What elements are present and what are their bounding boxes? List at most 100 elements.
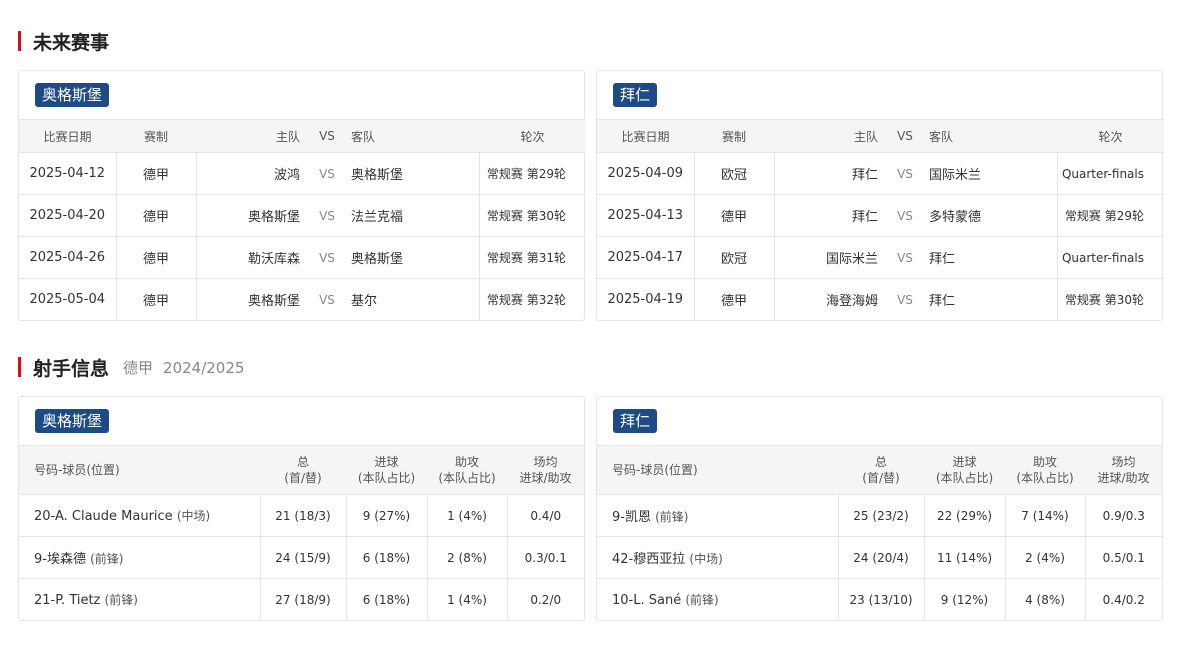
team-tag[interactable]: 拜仁 [613,83,658,107]
team-tag[interactable]: 奥格斯堡 [35,409,110,433]
home-team[interactable]: 拜仁 [774,153,886,195]
col-competition: 赛制 [694,119,774,153]
match-competition[interactable]: 德甲 [694,278,775,320]
team-tag[interactable]: 奥格斯堡 [35,83,110,107]
league-label: 德甲 [123,358,154,377]
table-row[interactable]: 21-P. Tietz (前锋) 27 (18/9) 6 (18%) 1 (4%… [19,578,584,620]
col-away: 客队 [346,119,479,153]
col-assists-title: 助攻 [454,455,479,469]
player-cell[interactable]: 9-埃森德 (前锋) [19,536,261,579]
table-header-row: 比赛日期 赛制 主队 VS 客队 轮次 [19,119,586,153]
match-round: 常规赛 第31轮 [479,236,586,279]
player-position: (中场) [689,552,723,566]
player-name[interactable]: 穆西亚拉 [633,552,685,567]
match-competition[interactable]: 德甲 [116,194,197,237]
match-round: 常规赛 第32轮 [479,278,586,320]
home-team[interactable]: 勒沃库森 [196,236,308,279]
vs-label: VS [308,194,346,237]
table-row[interactable]: 10-L. Sané (前锋) 23 (13/10) 9 (12%) 4 (8%… [597,578,1162,620]
home-team[interactable]: 国际米兰 [774,236,886,279]
player-name[interactable]: 埃森德 [47,552,86,567]
away-team[interactable]: 奥格斯堡 [346,152,480,195]
player-avg: 0.5/0.1 [1085,536,1162,579]
match-competition[interactable]: 德甲 [116,152,197,195]
table-row[interactable]: 2025-04-17 欧冠 国际米兰 VS 拜仁 Quarter-finals [597,236,1164,279]
col-date: 比赛日期 [597,119,694,153]
match-round: 常规赛 第30轮 [479,194,586,237]
away-team[interactable]: 法兰克福 [346,194,480,237]
col-avg-title: 场均 [533,455,558,469]
fixtures-card-augsburg: 奥格斯堡 比赛日期 赛制 主队 VS 客队 轮次 2025-04-12 德甲 波… [18,70,586,321]
scorers-section-title: 射手信息 德甲 2024/2025 [18,355,254,380]
col-competition: 赛制 [116,119,196,153]
home-team[interactable]: 海登海姆 [774,278,886,320]
col-goals: 进球 (本队占比) [924,445,1005,495]
scorers-table: 号码-球员(位置) 总 (首/替) 进球 (本队占比) 助攻 (本队占比) 场均 进球/… [19,445,584,620]
table-header-row: 号码-球员(位置) 总 (首/替) 进球 (本队占比) 助攻 (本队占比) 场均 进球/… [19,445,584,495]
col-round: 轮次 [1057,119,1164,153]
vs-label: VS [886,278,924,320]
player-avg: 0.2/0 [507,578,584,620]
match-competition[interactable]: 欧冠 [694,236,775,279]
scorers-card-bayern: 拜仁 号码-球员(位置) 总 (首/替) 进球 (本队占比) 助攻 (本队占比) 场均… [596,396,1163,621]
fixtures-table: 比赛日期 赛制 主队 VS 客队 轮次 2025-04-12 德甲 波鸿 VS … [19,119,586,320]
vs-label: VS [308,278,346,320]
col-goals: 进球 (本队占比) [346,445,427,495]
player-name[interactable]: L. Sané [633,593,681,608]
away-team[interactable]: 基尔 [346,278,480,320]
table-row[interactable]: 2025-04-26 德甲 勒沃库森 VS 奥格斯堡 常规赛 第31轮 [19,236,586,279]
match-competition[interactable]: 德甲 [694,194,775,237]
col-assists-title: 助攻 [1032,455,1057,469]
table-row[interactable]: 20-A. Claude Maurice (中场) 21 (18/3) 9 (2… [19,494,584,537]
table-row[interactable]: 9-凯恩 (前锋) 25 (23/2) 22 (29%) 7 (14%) 0.9… [597,494,1162,537]
fixtures-card-bayern: 拜仁 比赛日期 赛制 主队 VS 客队 轮次 2025-04-09 欧冠 拜仁 … [596,70,1164,321]
match-round: 常规赛 第29轮 [1057,194,1164,237]
table-row[interactable]: 2025-05-04 德甲 奥格斯堡 VS 基尔 常规赛 第32轮 [19,278,586,320]
player-cell[interactable]: 9-凯恩 (前锋) [597,494,839,537]
away-team[interactable]: 奥格斯堡 [346,236,480,279]
vs-label: VS [886,236,924,279]
away-team[interactable]: 拜仁 [924,278,1058,320]
table-row[interactable]: 9-埃森德 (前锋) 24 (15/9) 6 (18%) 2 (8%) 0.3/… [19,536,584,579]
player-cell[interactable]: 10-L. Sané (前锋) [597,578,839,620]
player-assists: 2 (4%) [1005,536,1086,579]
player-assists: 1 (4%) [427,578,508,620]
col-goals-sub: (本队占比) [357,471,416,485]
home-team[interactable]: 拜仁 [774,194,886,237]
player-cell[interactable]: 20-A. Claude Maurice (中场) [19,494,261,537]
match-competition[interactable]: 欧冠 [694,152,775,195]
player-cell[interactable]: 21-P. Tietz (前锋) [19,578,261,620]
table-row[interactable]: 2025-04-20 德甲 奥格斯堡 VS 法兰克福 常规赛 第30轮 [19,194,586,237]
col-avg-title: 场均 [1111,455,1136,469]
section-title-text: 射手信息 [33,357,110,380]
player-name[interactable]: P. Tietz [55,593,100,608]
team-tag[interactable]: 拜仁 [613,409,658,433]
match-competition[interactable]: 德甲 [116,236,197,279]
home-team[interactable]: 奥格斯堡 [196,194,308,237]
table-row[interactable]: 2025-04-12 德甲 波鸿 VS 奥格斯堡 常规赛 第29轮 [19,152,586,195]
table-row[interactable]: 2025-04-13 德甲 拜仁 VS 多特蒙德 常规赛 第29轮 [597,194,1164,237]
player-name[interactable]: A. Claude Maurice [55,509,173,524]
home-team[interactable]: 奥格斯堡 [196,278,308,320]
player-name[interactable]: 凯恩 [625,510,651,525]
away-team[interactable]: 拜仁 [924,236,1058,279]
home-team[interactable]: 波鸿 [196,153,308,195]
vs-label: VS [308,236,346,279]
away-team[interactable]: 多特蒙德 [924,194,1058,237]
player-number: 42- [612,552,634,567]
player-cell[interactable]: 42-穆西亚拉 (中场) [597,536,839,579]
away-team[interactable]: 国际米兰 [924,152,1058,195]
section-subtitle: 德甲 2024/2025 [123,357,254,378]
vs-label: VS [886,194,924,237]
col-away: 客队 [924,119,1057,153]
title-accent-bar [18,31,21,51]
player-assists: 4 (8%) [1005,578,1086,620]
col-player: 号码-球员(位置) [19,445,260,495]
player-position: (前锋) [655,510,689,524]
player-goals: 6 (18%) [346,536,428,579]
col-goals-title: 进球 [374,455,399,469]
match-competition[interactable]: 德甲 [116,278,197,320]
table-row[interactable]: 2025-04-19 德甲 海登海姆 VS 拜仁 常规赛 第30轮 [597,278,1164,320]
table-row[interactable]: 42-穆西亚拉 (中场) 24 (20/4) 11 (14%) 2 (4%) 0… [597,536,1162,579]
table-row[interactable]: 2025-04-09 欧冠 拜仁 VS 国际米兰 Quarter-finals [597,152,1164,195]
